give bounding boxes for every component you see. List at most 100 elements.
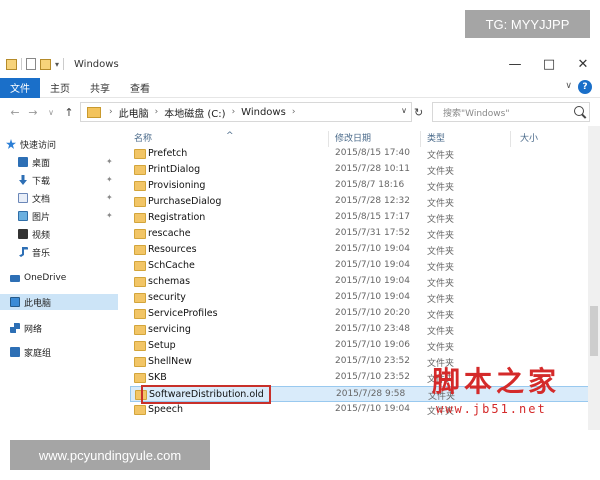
tab-view[interactable]: 查看	[120, 78, 160, 98]
nav-item-downloads[interactable]: 下载 ✦	[18, 172, 136, 188]
file-name: Setup	[148, 340, 176, 351]
file-date: 2015/7/10 20:20	[335, 308, 410, 318]
table-row[interactable]: PurchaseDialog 2015/7/28 12:32 文件夹	[130, 194, 600, 210]
table-row[interactable]: SchCache 2015/7/10 19:04 文件夹	[130, 258, 600, 274]
file-name: Prefetch	[148, 148, 188, 159]
pin-icon[interactable]: ✦	[106, 211, 113, 220]
chevron-right-icon[interactable]: ›	[292, 107, 296, 117]
file-type: 文件夹	[427, 215, 455, 225]
table-row[interactable]: Registration 2015/8/15 17:17 文件夹	[130, 210, 600, 226]
table-row[interactable]: security 2015/7/10 19:04 文件夹	[130, 290, 600, 306]
nav-item-music[interactable]: 音乐	[18, 244, 136, 260]
file-date: 2015/7/31 17:52	[335, 228, 410, 238]
folder-icon	[134, 405, 146, 415]
forward-arrow-icon[interactable]: →	[24, 106, 42, 119]
nav-item-desktop[interactable]: 桌面 ✦	[18, 154, 136, 170]
chevron-right-icon[interactable]: ›	[232, 107, 236, 117]
column-header-date[interactable]: 修改日期	[335, 131, 371, 144]
pin-icon[interactable]: ✦	[106, 175, 113, 184]
file-date: 2015/7/28 12:32	[335, 196, 410, 206]
file-name: security	[148, 292, 186, 303]
cloud-icon	[10, 274, 20, 282]
file-name: Speech	[148, 404, 183, 415]
nav-item-onedrive[interactable]: OneDrive	[10, 270, 128, 286]
nav-item-quick-access[interactable]: 快速访问	[6, 136, 124, 152]
tab-home[interactable]: 主页	[40, 78, 80, 98]
column-header-size[interactable]: 大小	[520, 131, 538, 144]
nav-item-this-pc[interactable]: 此电脑	[0, 294, 118, 310]
nav-item-pictures[interactable]: 图片 ✦	[18, 208, 136, 224]
search-input[interactable]: 搜索"Windows"	[432, 102, 590, 122]
vertical-scrollbar[interactable]	[588, 126, 600, 430]
nav-item-documents[interactable]: 文档 ✦	[18, 190, 136, 206]
table-row[interactable]: Setup 2015/7/10 19:06 文件夹	[130, 338, 600, 354]
minimize-button[interactable]: —	[498, 50, 532, 78]
file-name: PrintDialog	[148, 164, 201, 175]
table-row[interactable]: Resources 2015/7/10 19:04 文件夹	[130, 242, 600, 258]
column-divider[interactable]	[328, 131, 329, 147]
column-divider[interactable]	[420, 131, 421, 147]
table-row[interactable]: schemas 2015/7/10 19:04 文件夹	[130, 274, 600, 290]
file-type: 文件夹	[427, 311, 455, 321]
table-row[interactable]: Provisioning 2015/8/7 18:16 文件夹	[130, 178, 600, 194]
up-arrow-icon[interactable]: ↑	[60, 106, 78, 119]
scrollbar-thumb[interactable]	[590, 306, 598, 356]
back-arrow-icon[interactable]: ←	[6, 106, 24, 119]
file-name: SchCache	[148, 260, 195, 271]
toolbar-separator	[63, 58, 65, 70]
folder-icon	[134, 213, 146, 223]
nav-item-network[interactable]: 网络	[10, 320, 128, 336]
nav-item-homegroup[interactable]: 家庭组	[10, 344, 128, 360]
table-row[interactable]: rescache 2015/7/31 17:52 文件夹	[130, 226, 600, 242]
file-type: 文件夹	[427, 327, 455, 337]
nav-item-videos[interactable]: 视频	[18, 226, 136, 242]
folder-icon	[87, 106, 101, 118]
file-date: 2015/7/10 23:48	[335, 324, 410, 334]
expand-ribbon-icon[interactable]: ∨	[565, 81, 572, 91]
nav-item-label: 文档	[32, 194, 51, 205]
breadcrumb-local-disk[interactable]: 本地磁盘 (C:)	[164, 105, 225, 120]
video-icon	[18, 229, 28, 239]
column-header-type[interactable]: 类型	[427, 131, 445, 144]
nav-item-label: 家庭组	[24, 348, 52, 359]
close-button[interactable]: ✕	[566, 50, 600, 78]
chevron-right-icon[interactable]: ›	[155, 107, 159, 117]
chevron-right-icon[interactable]: ›	[109, 107, 113, 117]
window-controls: — □ ✕	[498, 50, 600, 78]
pin-icon[interactable]: ✦	[106, 193, 113, 202]
search-icon[interactable]	[574, 106, 584, 116]
file-date: 2015/7/28 9:58	[336, 389, 406, 399]
folder-icon	[6, 58, 17, 70]
pin-icon[interactable]: ✦	[106, 157, 113, 166]
tab-file[interactable]: 文件	[0, 77, 40, 98]
table-row[interactable]: ServiceProfiles 2015/7/10 20:20 文件夹	[130, 306, 600, 322]
recent-locations-icon[interactable]: ∨	[42, 108, 60, 117]
breadcrumb-this-pc[interactable]: 此电脑	[119, 105, 149, 120]
ribbon-tabs: 文件 主页 共享 查看 ∨ ?	[0, 77, 600, 98]
address-dropdown-icon[interactable]: ∨	[401, 106, 407, 115]
folder-icon	[134, 277, 146, 287]
file-date: 2015/8/7 18:16	[335, 180, 405, 190]
folder-icon	[134, 293, 146, 303]
table-row[interactable]: PrintDialog 2015/7/28 10:11 文件夹	[130, 162, 600, 178]
file-date: 2015/8/15 17:17	[335, 212, 410, 222]
column-divider[interactable]	[510, 131, 511, 147]
address-row: ← → ∨ ↑ › 此电脑 › 本地磁盘 (C:) › Windows › ∨ …	[0, 100, 600, 124]
maximize-button[interactable]: □	[532, 50, 566, 78]
nav-item-label: OneDrive	[24, 273, 67, 283]
tab-share[interactable]: 共享	[80, 78, 120, 98]
nav-item-label: 网络	[24, 324, 43, 335]
table-row[interactable]: Prefetch 2015/8/15 17:40 文件夹	[130, 146, 600, 162]
new-folder-icon[interactable]	[40, 58, 51, 70]
customize-toolbar-icon[interactable]: ▾	[55, 60, 59, 69]
folder-icon	[134, 245, 146, 255]
address-bar[interactable]: › 此电脑 › 本地磁盘 (C:) › Windows › ∨	[80, 102, 412, 122]
table-row[interactable]: servicing 2015/7/10 23:48 文件夹	[130, 322, 600, 338]
properties-icon[interactable]	[26, 58, 36, 70]
file-type: 文件夹	[427, 231, 455, 241]
help-icon[interactable]: ?	[578, 80, 592, 94]
refresh-icon[interactable]: ↻	[414, 106, 423, 119]
file-date: 2015/7/10 19:06	[335, 340, 410, 350]
breadcrumb-windows[interactable]: Windows	[241, 107, 286, 118]
column-header-name[interactable]: 名称	[134, 131, 152, 144]
